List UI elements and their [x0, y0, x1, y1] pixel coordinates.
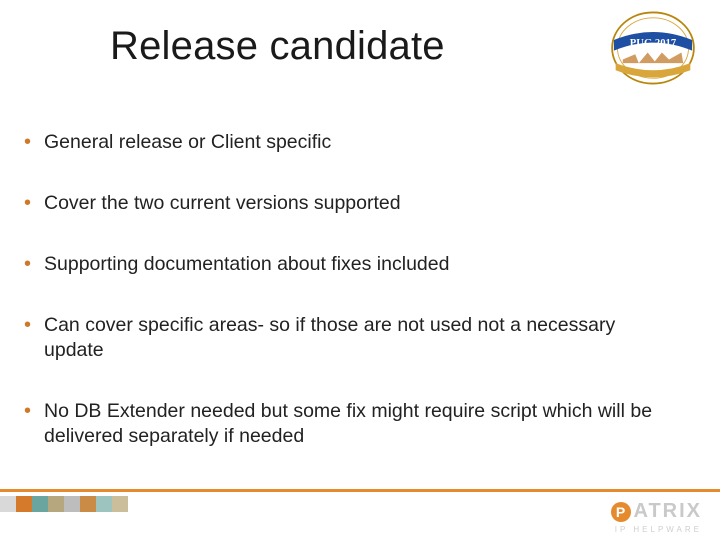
swatch [80, 496, 96, 512]
brand-tagline: IP HELPWARE [611, 525, 702, 534]
footer-swatches [0, 496, 128, 512]
swatch [112, 496, 128, 512]
swatch [0, 496, 16, 512]
brand-name-row: P ATRIX [611, 500, 702, 523]
swatch [48, 496, 64, 512]
bullet-list: General release or Client specific Cover… [24, 130, 680, 485]
bullet-text: Cover the two current versions supported [44, 192, 401, 214]
event-badge: PUG 2017 [608, 8, 698, 88]
bullet-text: No DB Extender needed but some fix might… [44, 400, 652, 447]
swatch [32, 496, 48, 512]
bullet-item: Can cover specific areas- so if those ar… [24, 313, 680, 363]
swatch [96, 496, 112, 512]
badge-text: PUG 2017 [630, 38, 677, 49]
badge-icon: PUG 2017 [608, 8, 698, 88]
bullet-item: Supporting documentation about fixes inc… [24, 252, 680, 277]
brand-logo: P ATRIX IP HELPWARE [611, 500, 702, 534]
logo-p-icon: P [611, 502, 631, 522]
bullet-text: Can cover specific areas- so if those ar… [44, 314, 615, 361]
bullet-item: Cover the two current versions supported [24, 191, 680, 216]
brand-name: ATRIX [633, 500, 702, 523]
bullet-text: General release or Client specific [44, 131, 331, 153]
bullet-text: Supporting documentation about fixes inc… [44, 253, 449, 275]
bullet-item: No DB Extender needed but some fix might… [24, 399, 680, 449]
slide: Release candidate PUG 2017 General relea… [0, 0, 720, 540]
slide-title: Release candidate [110, 24, 445, 69]
swatch [16, 496, 32, 512]
swatch [64, 496, 80, 512]
bullet-item: General release or Client specific [24, 130, 680, 155]
footer-divider [0, 489, 720, 492]
